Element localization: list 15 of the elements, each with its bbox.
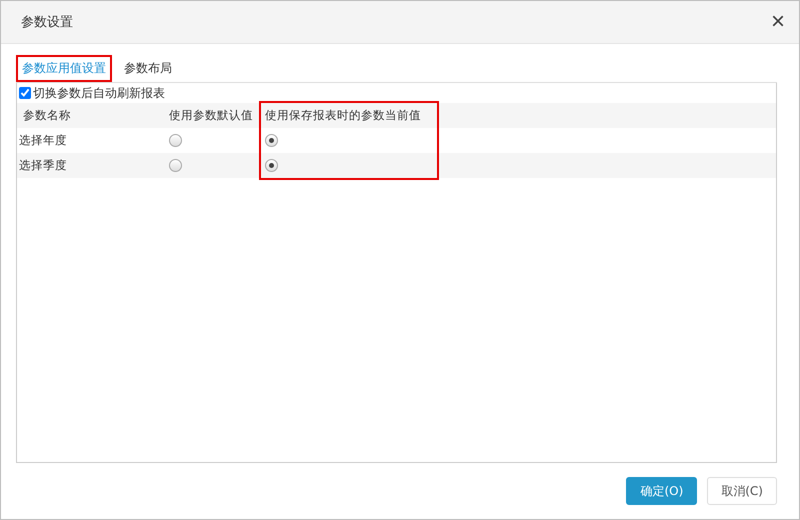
column-header: 使用保存报表时的参数当前值 (259, 103, 439, 128)
checkbox-label: 切换参数后自动刷新报表 (33, 84, 165, 102)
tab[interactable]: 参数布局 (118, 54, 178, 82)
column-header: 使用参数默认值 (163, 103, 259, 128)
radio-button[interactable] (265, 159, 278, 172)
cancel-button[interactable]: 取消(C) (707, 477, 777, 505)
tab[interactable]: 参数应用值设置 (16, 54, 112, 82)
table-cell: 选择季度 (17, 153, 163, 178)
radio-button[interactable] (169, 159, 182, 172)
window-title: 参数设置 (21, 14, 73, 31)
radio-button[interactable] (265, 134, 278, 147)
close-button[interactable]: × (770, 10, 785, 34)
radio-button[interactable] (169, 134, 182, 147)
column-header: 参数名称 (17, 103, 163, 128)
checkbox[interactable] (19, 87, 31, 99)
